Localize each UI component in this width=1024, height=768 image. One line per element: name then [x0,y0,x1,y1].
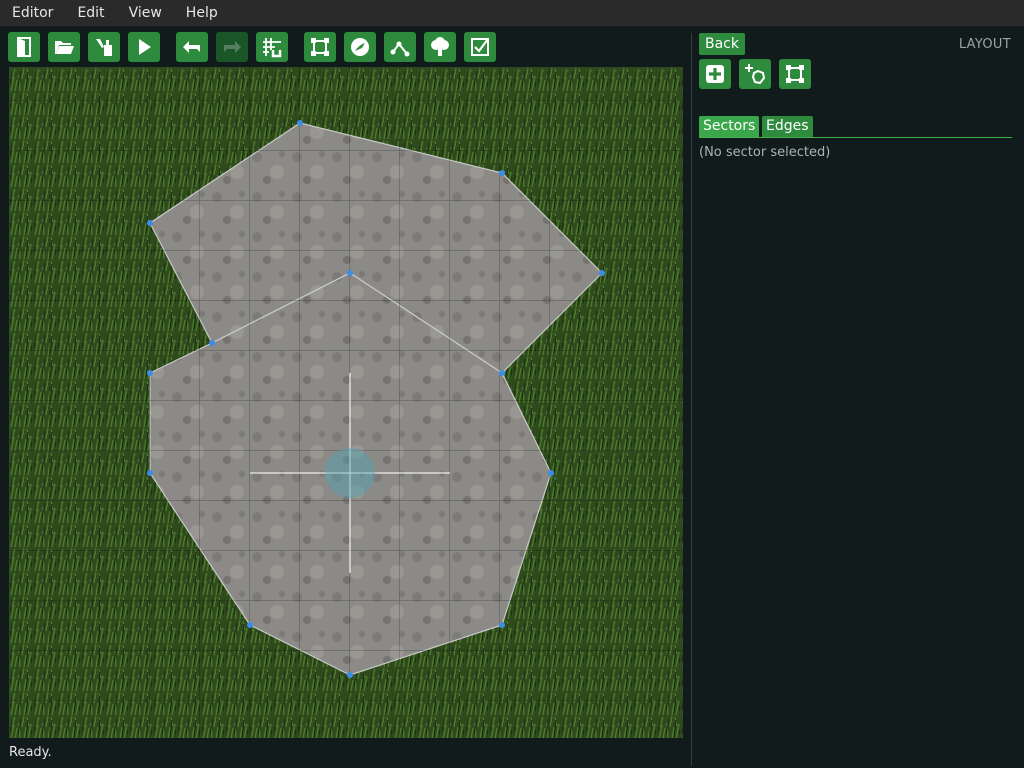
grid-snap-button[interactable] [256,32,288,62]
menu-help[interactable]: Help [174,0,230,26]
editor-canvas[interactable] [9,67,683,738]
layout-mode-icon [311,38,329,56]
vertex-handle[interactable] [499,170,505,176]
toolbar [0,27,690,67]
vertex-handle[interactable] [599,270,605,276]
grid-overlay [9,67,683,738]
layout-mode-button[interactable] [304,32,336,62]
grid-snap-icon [263,38,282,58]
menu-view[interactable]: View [117,0,174,26]
tree-icon [431,37,449,56]
vertex-handle[interactable] [247,622,253,628]
door-exit-icon [17,37,31,57]
texture-mode-icon [351,38,369,56]
vertex-handle[interactable] [147,370,153,376]
tab-edges[interactable]: Edges [762,116,813,137]
redo-button[interactable] [216,32,248,62]
play-icon [139,39,151,55]
tree-button[interactable] [424,32,456,62]
add-sector-button[interactable] [699,59,731,89]
texture-mode-button[interactable] [344,32,376,62]
path-mode-icon [390,41,410,57]
undo-icon [183,41,200,53]
vertex-handle[interactable] [209,340,215,346]
status-text: Ready. [9,745,52,760]
menu-editor[interactable]: Editor [0,0,65,26]
edit-sector-button[interactable] [779,59,811,89]
vertex-handle[interactable] [347,270,353,276]
vertex-handle[interactable] [147,470,153,476]
edit-sector-icon [786,65,804,83]
no-selection-message: (No sector selected) [699,145,831,160]
tab-sectors[interactable]: Sectors [699,116,760,137]
checkbox-icon [471,38,489,56]
mode-label: LAYOUT [958,37,1011,52]
redo-icon [224,41,241,53]
path-mode-button[interactable] [384,32,416,62]
panel-tabs: Sectors Edges [699,115,1012,138]
vertex-handle[interactable] [499,622,505,628]
vertex-handle[interactable] [499,370,505,376]
save-icon [96,39,112,56]
play-button[interactable] [128,32,160,62]
undo-button[interactable] [176,32,208,62]
cursor-circle [325,448,375,498]
vertex-handle[interactable] [548,470,554,476]
menu-bar: Editor Edit View Help [0,0,1024,27]
vertex-handle[interactable] [147,220,153,226]
vertex-handle[interactable] [347,672,353,678]
add-circle-sector-icon [745,64,766,85]
menu-edit[interactable]: Edit [65,0,116,26]
back-button[interactable]: Back [699,33,745,55]
panel-divider [691,33,692,766]
review-button[interactable] [464,32,496,62]
load-button[interactable] [48,32,80,62]
vertex-handle[interactable] [297,120,303,126]
quit-button[interactable] [8,32,40,62]
save-button[interactable] [88,32,120,62]
add-circle-sector-button[interactable] [739,59,771,89]
folder-open-icon [55,41,74,54]
add-sector-icon [706,65,724,83]
